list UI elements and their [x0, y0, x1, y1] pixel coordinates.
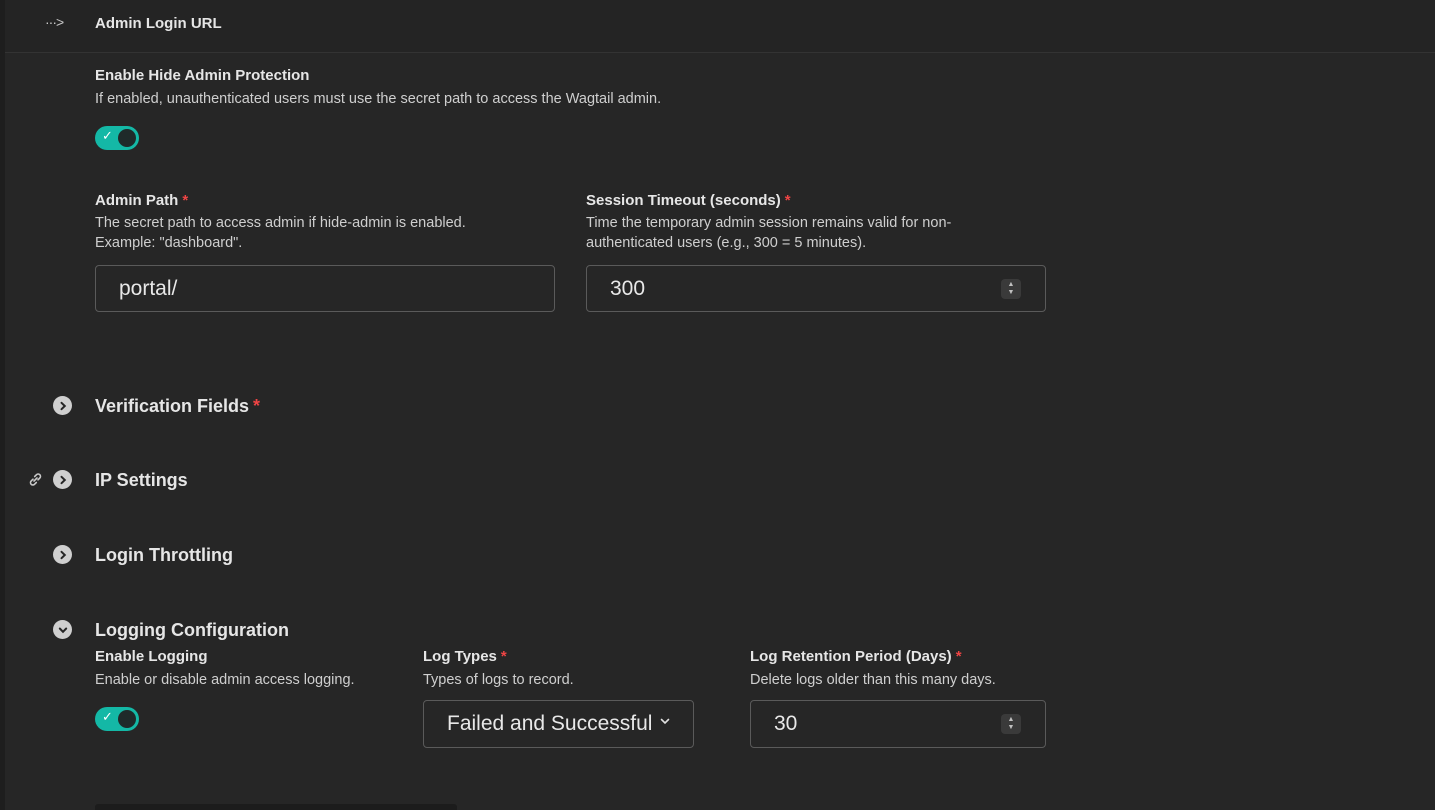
check-icon: ✓ — [102, 709, 113, 724]
log-retention-value: 30 — [774, 712, 798, 735]
panel-login-throttling[interactable]: Login Throttling — [95, 545, 233, 566]
left-edge-strip — [0, 0, 5, 810]
required-mark: * — [955, 648, 962, 665]
required-mark: * — [253, 396, 261, 416]
log-retention-label: Log Retention Period (Days) * — [750, 648, 962, 665]
chevron-right-icon[interactable] — [53, 396, 72, 415]
chevron-down-icon — [659, 714, 671, 730]
log-types-select[interactable]: Failed and Successful — [423, 700, 694, 748]
chevron-right-icon[interactable] — [53, 545, 72, 564]
link-icon[interactable] — [27, 471, 44, 493]
session-timeout-input[interactable]: 300 ▲ ▼ — [586, 265, 1046, 312]
chevron-down-icon[interactable] — [53, 620, 72, 639]
admin-path-input[interactable]: portal/ — [95, 265, 555, 312]
required-mark: * — [784, 192, 791, 209]
chevron-right-icon[interactable] — [53, 470, 72, 489]
enable-logging-toggle[interactable]: ✓ — [95, 707, 139, 731]
required-mark: * — [500, 648, 507, 665]
session-timeout-label: Session Timeout (seconds) * — [586, 192, 791, 209]
hide-admin-help: If enabled, unauthenticated users must u… — [95, 91, 662, 107]
section-title-admin-login-url: Admin Login URL — [95, 15, 222, 32]
session-timeout-help-2: authenticated users (e.g., 300 = 5 minut… — [586, 235, 867, 251]
admin-path-help-2: Example: "dashboard". — [95, 235, 243, 251]
log-types-help: Types of logs to record. — [423, 672, 574, 688]
admin-path-label-text: Admin Path — [95, 192, 179, 209]
log-types-label-text: Log Types — [423, 648, 497, 665]
hide-admin-toggle[interactable]: ✓ — [95, 126, 139, 150]
ellipsis-arrow-icon[interactable]: ···> — [45, 14, 64, 30]
log-retention-help: Delete logs older than this many days. — [750, 672, 996, 688]
panel-title-text: Verification Fields — [95, 396, 250, 416]
toggle-knob — [118, 129, 136, 147]
panel-verification-fields[interactable]: Verification Fields * — [95, 396, 260, 417]
enable-logging-label: Enable Logging — [95, 648, 208, 665]
session-timeout-value: 300 — [610, 276, 646, 300]
session-timeout-help-1: Time the temporary admin session remains… — [586, 215, 952, 231]
bottom-partial-element — [95, 804, 457, 810]
log-retention-label-text: Log Retention Period (Days) — [750, 648, 952, 665]
required-mark: * — [182, 192, 189, 209]
check-icon: ✓ — [102, 128, 113, 143]
session-timeout-label-text: Session Timeout (seconds) — [586, 192, 781, 209]
admin-path-value: portal/ — [119, 276, 178, 300]
enable-logging-help: Enable or disable admin access logging. — [95, 672, 355, 688]
hide-admin-label: Enable Hide Admin Protection — [95, 67, 310, 84]
admin-path-help-1: The secret path to access admin if hide-… — [95, 215, 466, 231]
log-retention-input[interactable]: 30 ▲ ▼ — [750, 700, 1046, 748]
panel-logging-configuration[interactable]: Logging Configuration — [95, 620, 289, 641]
panel-ip-settings[interactable]: IP Settings — [95, 470, 188, 491]
number-spinner-icon[interactable]: ▲ ▼ — [1001, 279, 1021, 299]
log-types-selected-value: Failed and Successful — [447, 712, 653, 735]
number-spinner-icon[interactable]: ▲ ▼ — [1001, 714, 1021, 734]
admin-path-label: Admin Path * — [95, 192, 188, 209]
log-types-label: Log Types * — [423, 648, 507, 665]
toggle-knob — [118, 710, 136, 728]
